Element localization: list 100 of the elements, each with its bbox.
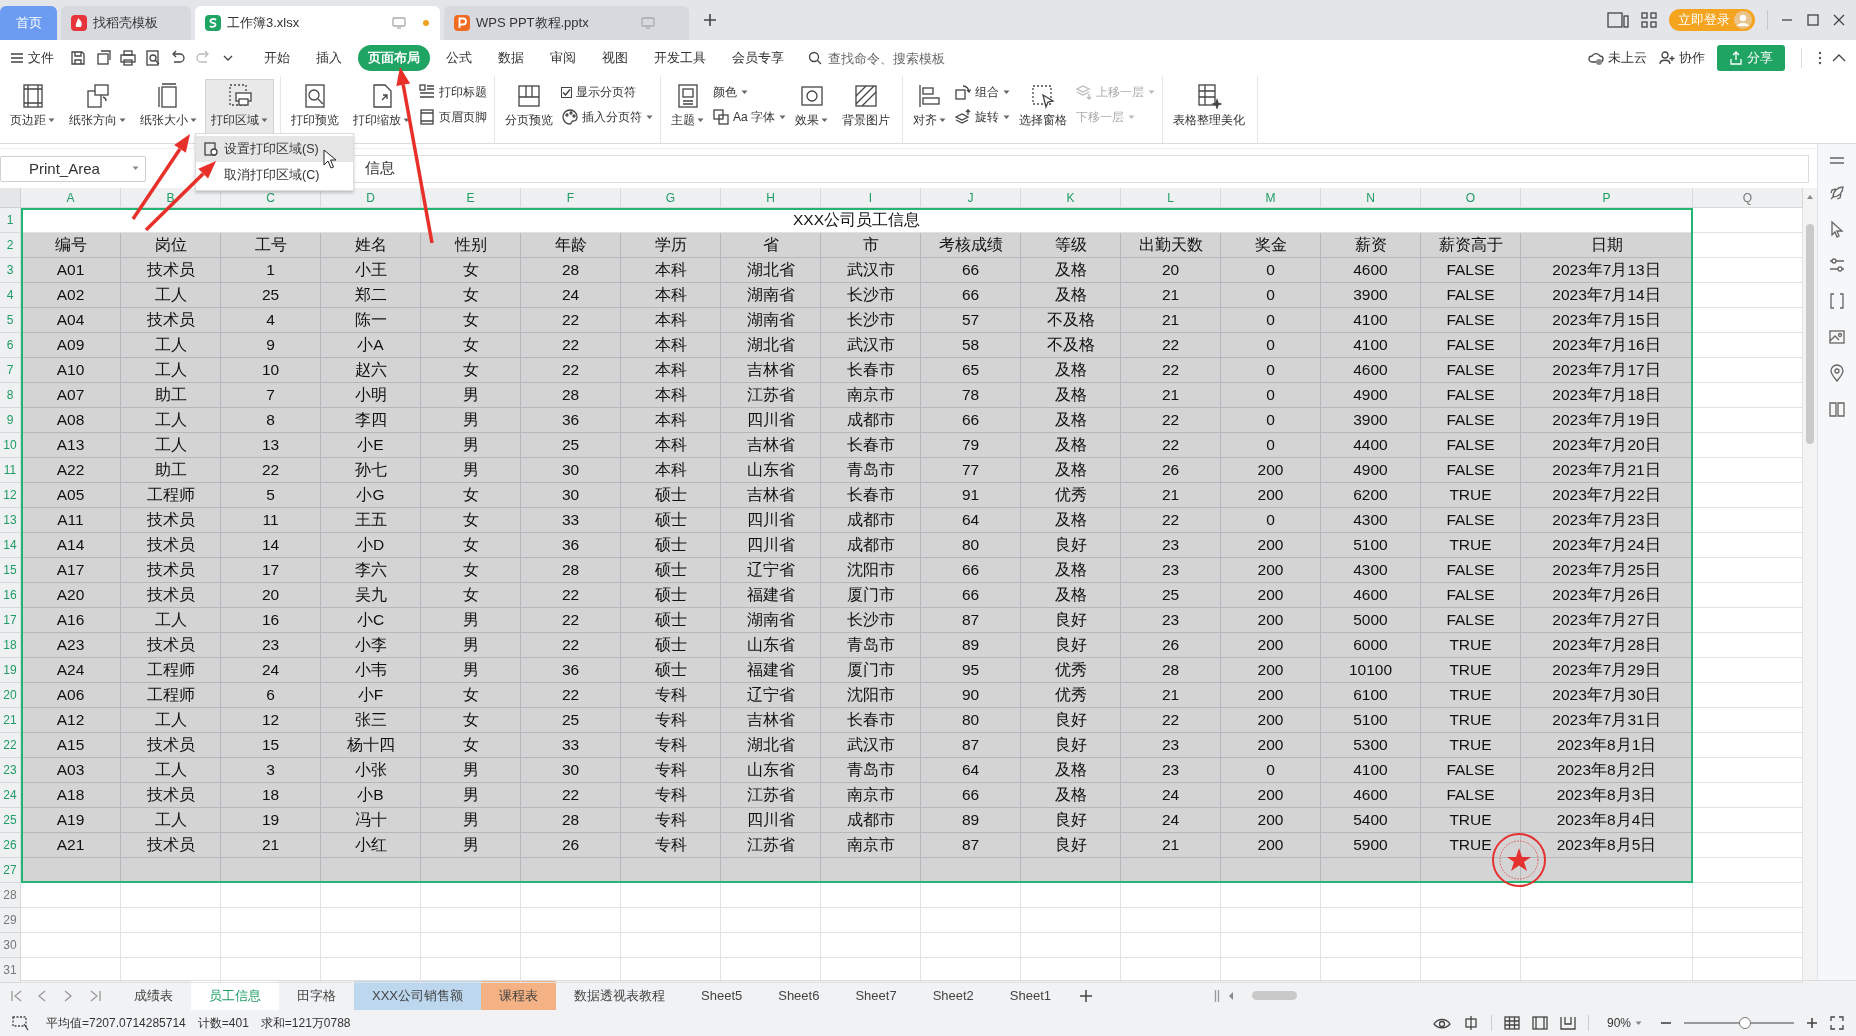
table-cell: 4600	[1321, 583, 1421, 608]
table-cell: 22	[521, 358, 621, 383]
table-cell: 2023年7月20日	[1521, 433, 1693, 458]
table-cell: 湖北省	[721, 258, 821, 283]
table-cell: 福建省	[721, 658, 821, 683]
table-cell: 23	[1121, 533, 1221, 558]
table-cell: 江苏省	[721, 833, 821, 858]
table-cell: 30	[521, 458, 621, 483]
table-cell: 本科	[621, 308, 721, 333]
table-cell: 2023年7月29日	[1521, 658, 1693, 683]
table-cell: 南京市	[821, 783, 921, 808]
table-cell: 沈阳市	[821, 683, 921, 708]
table-cell: 28	[521, 558, 621, 583]
table-cell: 男	[421, 408, 521, 433]
table-cell: 4900	[1321, 383, 1421, 408]
table-cell: 小B	[321, 783, 421, 808]
table-cell: 男	[421, 433, 521, 458]
table-cell: TRUE	[1421, 483, 1521, 508]
table-cell: 0	[1221, 408, 1321, 433]
table-cell: 91	[921, 483, 1021, 508]
table-cell: 工人	[121, 433, 221, 458]
table-cell: 成都市	[821, 408, 921, 433]
table-cell: 及格	[1021, 508, 1121, 533]
table-cell: 男	[421, 833, 521, 858]
table-cell: 长春市	[821, 483, 921, 508]
table-cell: 3900	[1321, 408, 1421, 433]
table-cell: 良好	[1021, 733, 1121, 758]
table-cell: 优秀	[1021, 483, 1121, 508]
table-cell: 技术员	[121, 833, 221, 858]
table-cell: 工人	[121, 358, 221, 383]
table-cell: 本科	[621, 458, 721, 483]
table-cell: 200	[1221, 733, 1321, 758]
table-cell: 成都市	[821, 508, 921, 533]
table-cell: 四川省	[721, 533, 821, 558]
table-cell: 2023年7月27日	[1521, 608, 1693, 633]
table-cell: 技术员	[121, 633, 221, 658]
table-cell: 200	[1221, 533, 1321, 558]
table-cell: 男	[421, 783, 521, 808]
table-cell: 66	[921, 583, 1021, 608]
table-cell: 87	[921, 833, 1021, 858]
column-heading: 出勤天数	[1121, 233, 1221, 258]
table-cell: TRUE	[1421, 833, 1521, 858]
table-cell: 65	[921, 358, 1021, 383]
table-cell: 2023年7月31日	[1521, 708, 1693, 733]
table-cell: 33	[521, 508, 621, 533]
table-cell: 青岛市	[821, 758, 921, 783]
table-cell: 及格	[1021, 408, 1121, 433]
table-cell: 硕士	[621, 533, 721, 558]
table-cell: 16	[221, 608, 321, 633]
column-heading: 编号	[21, 233, 121, 258]
table-cell: 成都市	[821, 533, 921, 558]
table-cell: A16	[21, 608, 121, 633]
table-cell: 22	[521, 333, 621, 358]
table-cell: 辽宁省	[721, 558, 821, 583]
table-cell: 及格	[1021, 558, 1121, 583]
table-cell: 工人	[121, 708, 221, 733]
table-cell: 女	[421, 533, 521, 558]
table-cell: 25	[221, 283, 321, 308]
column-heading: 市	[821, 233, 921, 258]
table-cell: 工人	[121, 758, 221, 783]
table-cell: 17	[221, 558, 321, 583]
table-cell: 女	[421, 583, 521, 608]
table-cell: 4300	[1321, 508, 1421, 533]
table-cell: 21	[1121, 308, 1221, 333]
table-cell: 0	[1221, 358, 1321, 383]
table-cell: 工人	[121, 808, 221, 833]
table-cell: 四川省	[721, 508, 821, 533]
table-cell: 本科	[621, 358, 721, 383]
table-cell: 78	[921, 383, 1021, 408]
table-cell: 30	[521, 758, 621, 783]
table-cell: 男	[421, 758, 521, 783]
table-cell: 工程师	[121, 683, 221, 708]
table-cell: 95	[921, 658, 1021, 683]
table-cell: 武汉市	[821, 258, 921, 283]
column-heading: 姓名	[321, 233, 421, 258]
table-cell: 28	[521, 258, 621, 283]
table-cell: 25	[521, 433, 621, 458]
table-cell: 冯十	[321, 808, 421, 833]
table-cell: 江苏省	[721, 783, 821, 808]
table-cell: 4600	[1321, 358, 1421, 383]
table-cell: 2023年8月1日	[1521, 733, 1693, 758]
table-cell: 成都市	[821, 808, 921, 833]
table-cell: 21	[221, 833, 321, 858]
table-cell: 12	[221, 708, 321, 733]
table-cell: 小A	[321, 333, 421, 358]
table-cell: 本科	[621, 283, 721, 308]
table-cell: 22	[1121, 333, 1221, 358]
table-cell: A20	[21, 583, 121, 608]
table-cell: 66	[921, 258, 1021, 283]
table-cell: 2023年7月23日	[1521, 508, 1693, 533]
table-cell: 89	[921, 633, 1021, 658]
table-cell: FALSE	[1421, 758, 1521, 783]
table-cell: 技术员	[121, 583, 221, 608]
table-cell: 5000	[1321, 608, 1421, 633]
table-cell: 工程师	[121, 483, 221, 508]
table-cell: 22	[221, 458, 321, 483]
table-cell: 女	[421, 508, 521, 533]
table-cell: 工人	[121, 608, 221, 633]
table-cell: 南京市	[821, 383, 921, 408]
table-cell: 吉林省	[721, 433, 821, 458]
